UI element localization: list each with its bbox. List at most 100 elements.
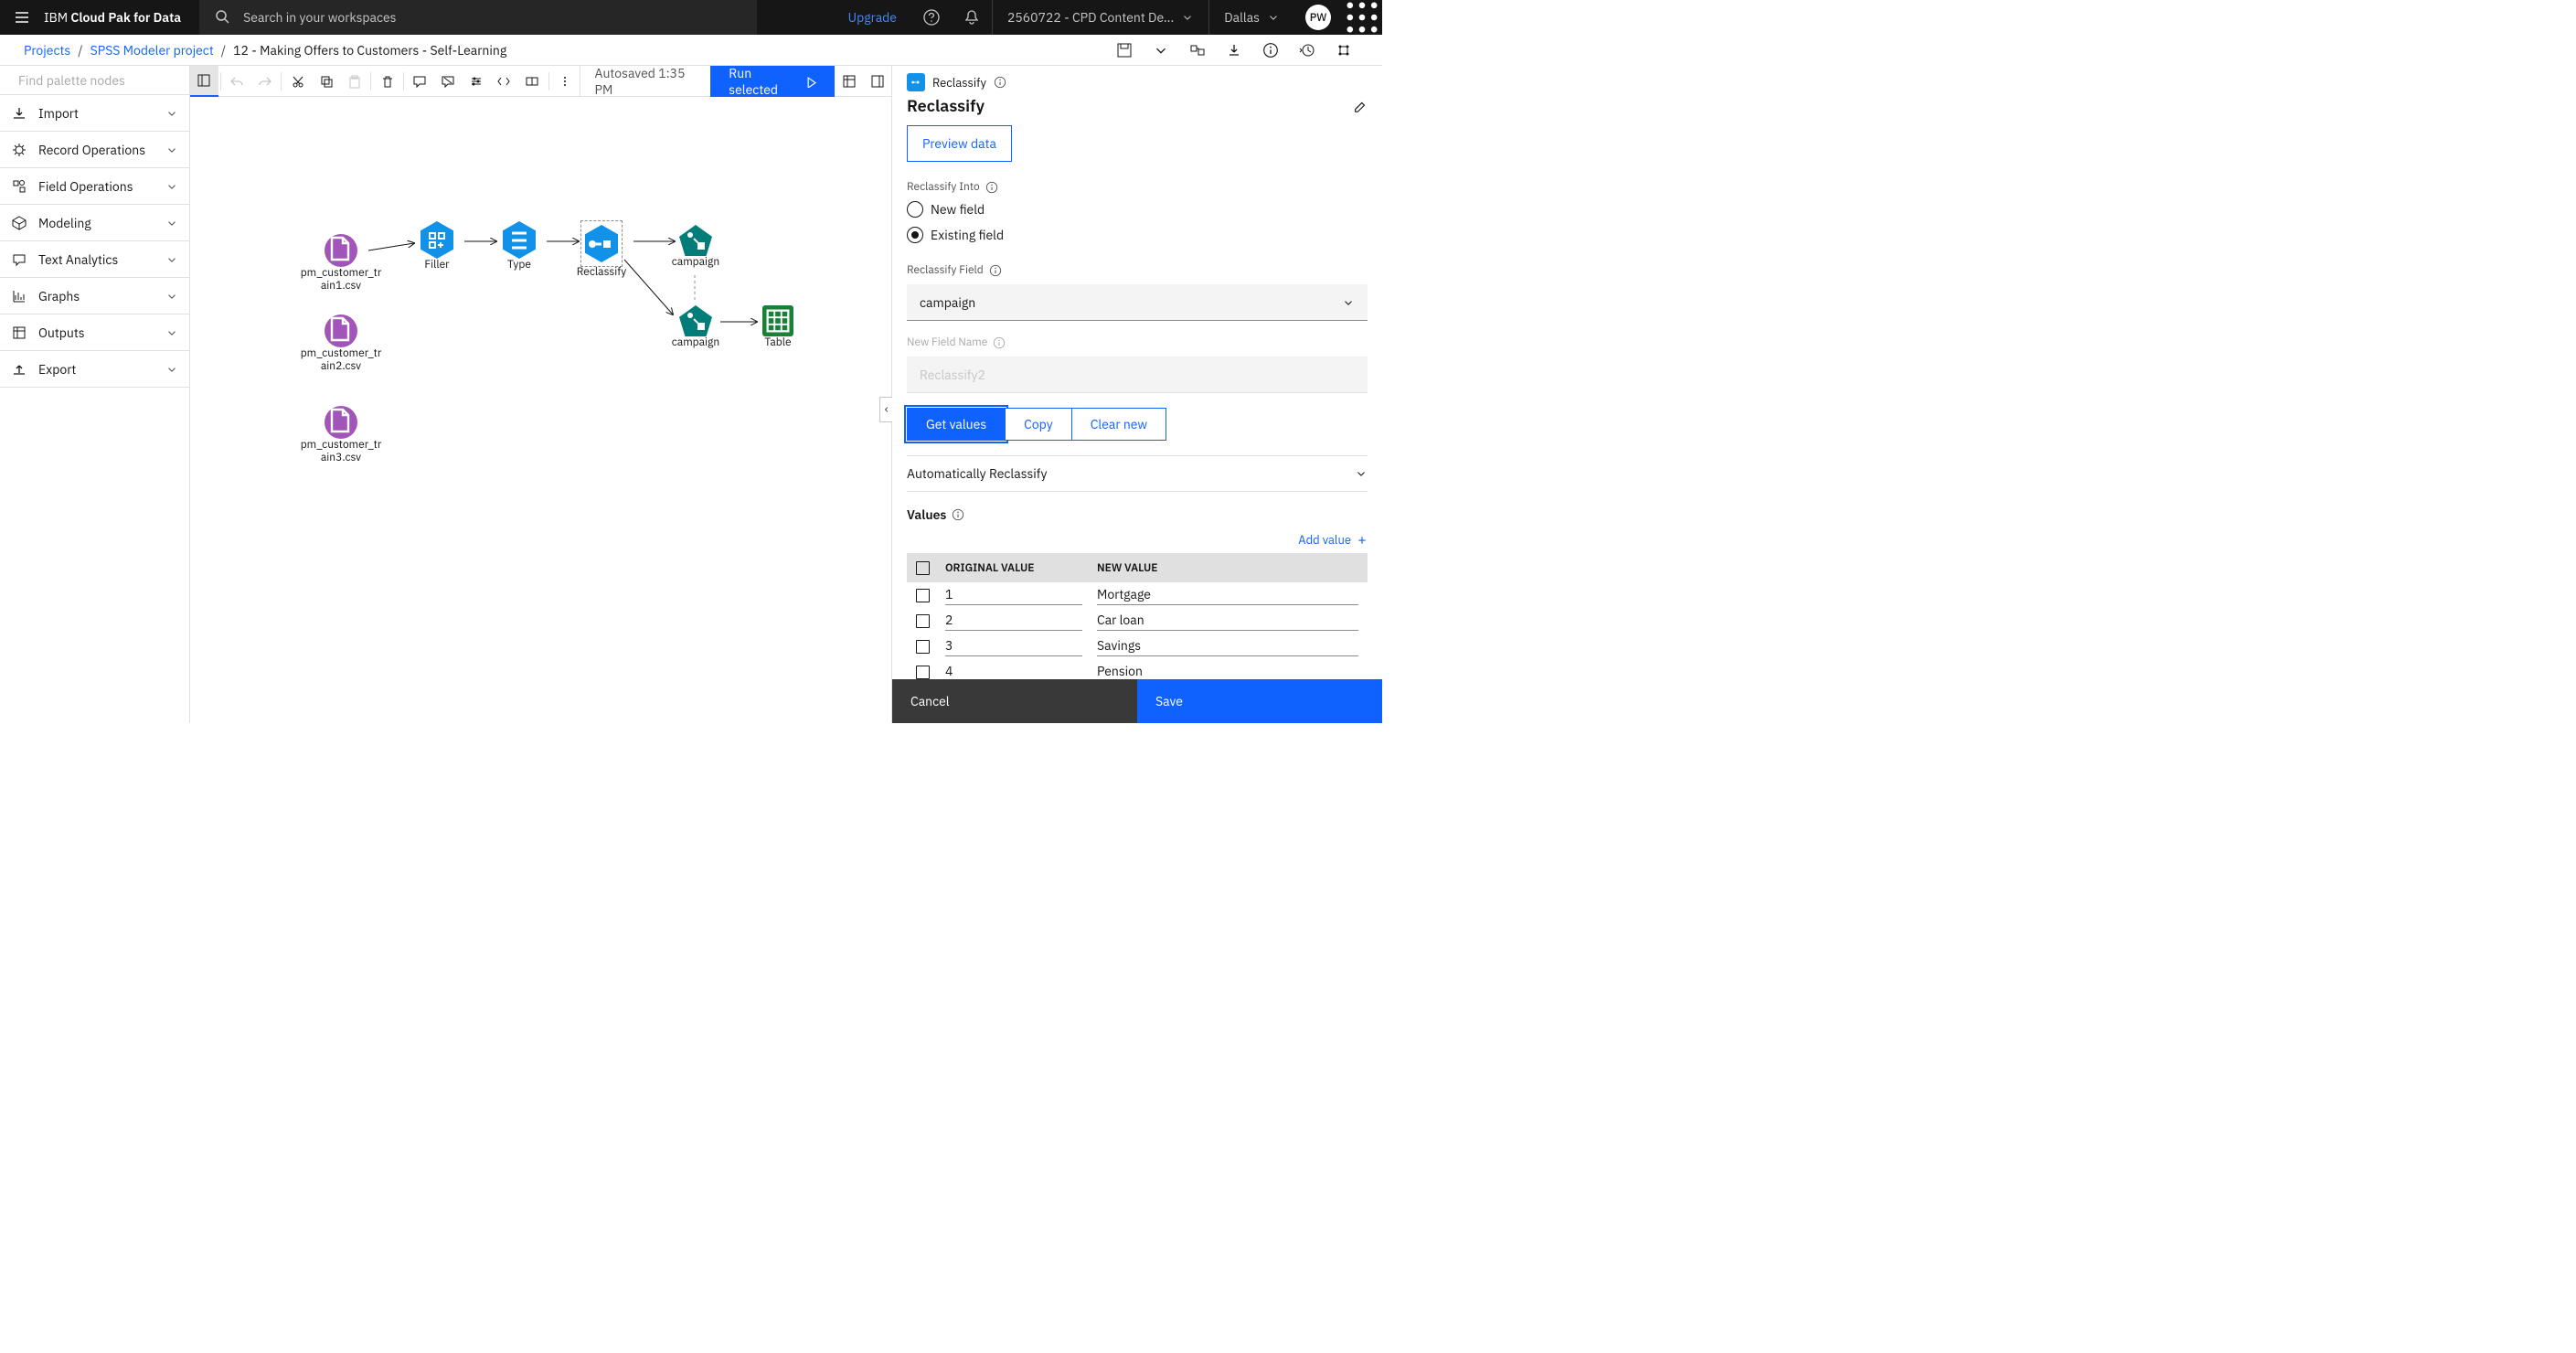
new-value-cell[interactable]: Mortgage — [1097, 586, 1358, 605]
palette-category-modeling[interactable]: Modeling — [0, 205, 189, 241]
get-values-button[interactable]: Get values — [907, 408, 1006, 441]
preview-data-button[interactable]: Preview data — [907, 125, 1012, 162]
table-row[interactable]: 1 Mortgage — [907, 582, 1368, 608]
reclassify-field-select[interactable]: campaign — [907, 284, 1368, 321]
account-selector[interactable]: 2560722 - CPD Content De... — [992, 0, 1208, 35]
chevron-down-icon — [165, 107, 178, 120]
model-nugget-icon — [679, 305, 712, 336]
copy-button[interactable]: Copy — [1005, 408, 1072, 441]
upgrade-link[interactable]: Upgrade — [834, 9, 911, 26]
row-checkbox[interactable] — [916, 666, 930, 679]
graphs-icon — [11, 288, 27, 304]
node-source-3[interactable]: pm_customer_train3.csv — [300, 406, 382, 465]
row-checkbox[interactable] — [916, 589, 930, 602]
palette-category-record-ops[interactable]: Record Operations — [0, 132, 189, 168]
node-table[interactable]: Table — [737, 305, 819, 349]
delete-button[interactable] — [373, 66, 401, 97]
view-output-button[interactable] — [863, 66, 891, 97]
save-chevron-icon[interactable] — [1146, 36, 1176, 65]
help-icon[interactable] — [911, 0, 952, 35]
palette-search-input[interactable] — [18, 72, 182, 89]
radio-existing-field[interactable]: Existing field — [907, 227, 1368, 243]
new-field-name-input: Reclassify2 — [907, 357, 1368, 393]
edit-title-icon[interactable] — [1353, 99, 1368, 113]
node-source-1[interactable]: pm_customer_train1.csv — [300, 234, 382, 293]
copy-button[interactable] — [312, 66, 340, 97]
palette-search[interactable] — [0, 66, 189, 95]
notifications-icon[interactable] — [952, 0, 992, 35]
cut-button[interactable] — [283, 66, 312, 97]
global-search-input[interactable] — [243, 9, 742, 26]
palette-category-outputs[interactable]: Outputs — [0, 314, 189, 351]
avatar[interactable]: PW — [1305, 5, 1331, 30]
node-type[interactable]: Type — [478, 221, 560, 272]
panel-type-label: Reclassify — [932, 75, 986, 91]
select-all-checkbox[interactable] — [916, 561, 930, 575]
table-row[interactable]: 3 Savings — [907, 634, 1368, 659]
overflow-button[interactable] — [551, 66, 580, 97]
info-icon[interactable] — [952, 508, 964, 521]
radio-new-field[interactable]: New field — [907, 201, 1368, 218]
table-row[interactable]: 4 Pension — [907, 659, 1368, 679]
download-icon[interactable] — [1219, 36, 1249, 65]
clear-new-button[interactable]: Clear new — [1071, 408, 1166, 441]
add-value-button[interactable]: Add value — [907, 532, 1368, 548]
chevron-down-icon — [1342, 296, 1355, 309]
panel-collapse-button[interactable] — [879, 397, 892, 422]
adjust-button[interactable] — [462, 66, 490, 97]
info-icon[interactable] — [994, 76, 1006, 89]
flow-canvas[interactable]: pm_customer_train1.csv pm_customer_train… — [190, 97, 891, 723]
auto-reclassify-accordion[interactable]: Automatically Reclassify — [907, 455, 1368, 492]
redo-button[interactable] — [251, 66, 280, 97]
view-data-button[interactable] — [835, 66, 863, 97]
new-value-cell[interactable]: Pension — [1097, 663, 1358, 680]
node-campaign-nugget-2[interactable]: campaign — [655, 305, 737, 349]
comment-button[interactable] — [406, 66, 434, 97]
settings-icon[interactable] — [1329, 36, 1358, 65]
panel-title: Reclassify — [907, 95, 1353, 116]
asset-icon[interactable] — [1183, 36, 1212, 65]
original-value-cell[interactable]: 2 — [945, 612, 1082, 631]
properties-panel: Reclassify Reclassify Preview data Recla… — [891, 66, 1382, 723]
palette-category-field-ops[interactable]: Field Operations — [0, 168, 189, 205]
original-value-cell[interactable]: 1 — [945, 586, 1082, 605]
node-reclassify[interactable]: Reclassify — [560, 221, 643, 279]
row-checkbox[interactable] — [916, 640, 930, 654]
breadcrumb-project[interactable]: SPSS Modeler project — [90, 42, 214, 59]
paste-button[interactable] — [340, 66, 368, 97]
save-button[interactable]: Save — [1137, 679, 1382, 723]
table-row[interactable]: 2 Car loan — [907, 608, 1368, 634]
values-table: ORIGINAL VALUE NEW VALUE 1 Mortgage 2 Ca… — [907, 553, 1368, 679]
cancel-button[interactable]: Cancel — [892, 679, 1137, 723]
node-filler[interactable]: Filler — [396, 221, 478, 272]
disconnect-button[interactable] — [433, 66, 462, 97]
palette-category-export[interactable]: Export — [0, 351, 189, 388]
info-icon[interactable] — [985, 181, 998, 194]
palette-category-graphs[interactable]: Graphs — [0, 278, 189, 314]
save-icon[interactable] — [1110, 36, 1139, 65]
node-source-2[interactable]: pm_customer_train2.csv — [300, 314, 382, 374]
hamburger-menu[interactable] — [0, 0, 44, 35]
row-checkbox[interactable] — [916, 614, 930, 628]
region-selector[interactable]: Dallas — [1208, 0, 1294, 35]
run-selected-button[interactable]: Run selected — [710, 66, 835, 97]
palette-category-text-analytics[interactable]: Text Analytics — [0, 241, 189, 278]
palette-toggle-button[interactable] — [190, 66, 218, 97]
app-switcher-icon[interactable] — [1342, 0, 1382, 35]
global-search[interactable] — [199, 0, 757, 35]
code-button[interactable] — [490, 66, 518, 97]
new-value-cell[interactable]: Car loan — [1097, 612, 1358, 631]
undo-button[interactable] — [223, 66, 251, 97]
supernode-button[interactable] — [518, 66, 547, 97]
history-icon[interactable] — [1293, 36, 1322, 65]
original-value-cell[interactable]: 4 — [945, 663, 1082, 680]
original-value-cell[interactable]: 3 — [945, 637, 1082, 656]
palette-category-import[interactable]: Import — [0, 95, 189, 132]
breadcrumb-projects[interactable]: Projects — [24, 42, 70, 59]
info-icon[interactable] — [989, 264, 1002, 277]
info-icon[interactable] — [1256, 36, 1285, 65]
reclassify-node-icon — [907, 73, 925, 91]
node-campaign-nugget-1[interactable]: campaign — [655, 225, 737, 269]
new-value-cell[interactable]: Savings — [1097, 637, 1358, 656]
info-icon — [993, 336, 1006, 349]
